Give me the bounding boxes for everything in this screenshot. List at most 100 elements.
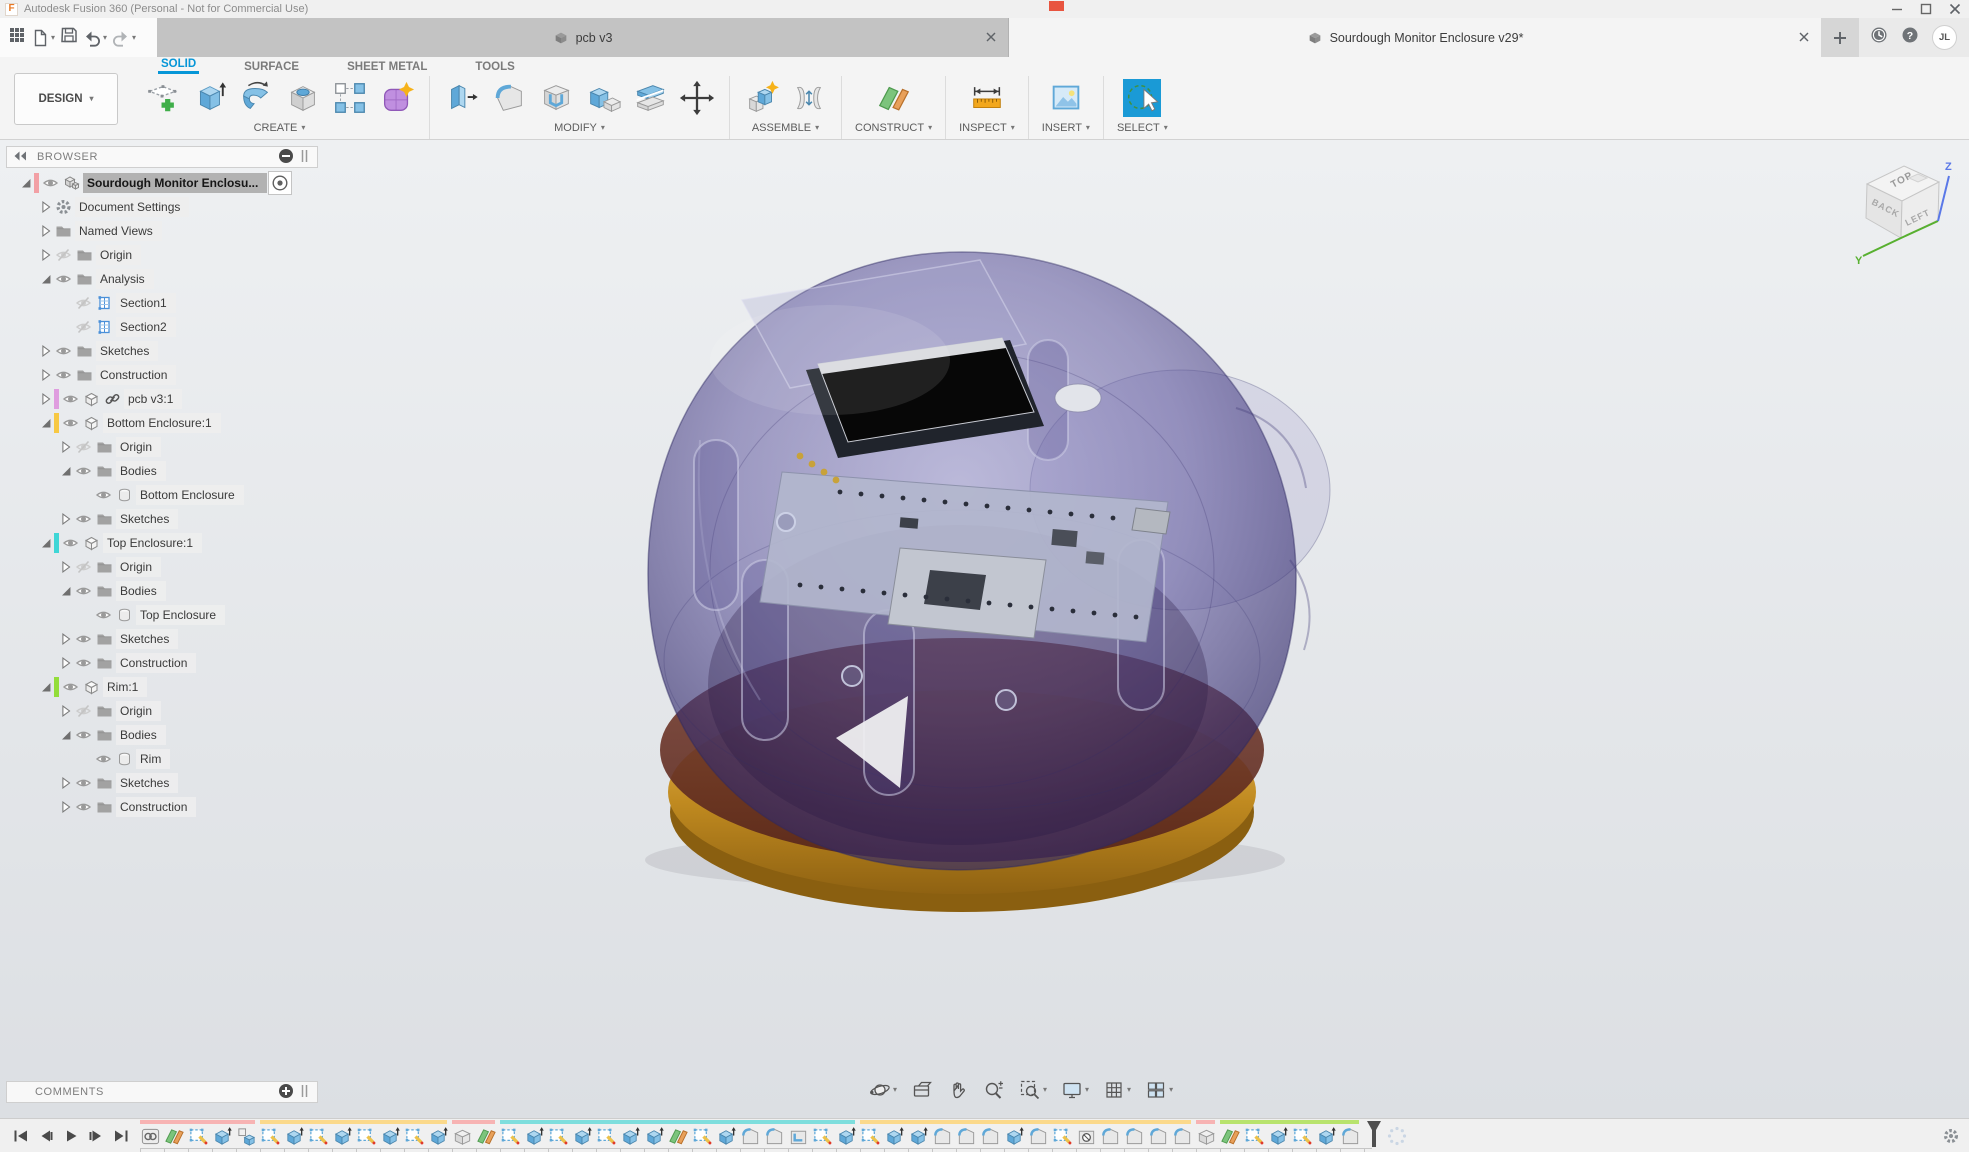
expander-open-icon[interactable]	[38, 270, 54, 288]
timeline-item-sketch[interactable]	[596, 1126, 620, 1147]
split-tool-icon[interactable]	[631, 79, 669, 117]
expander-closed-icon[interactable]	[58, 438, 74, 456]
timeline-item-extrude[interactable]	[620, 1126, 644, 1147]
timeline-item-sketch[interactable]	[356, 1126, 380, 1147]
document-tab[interactable]: pcb v3	[157, 18, 1009, 57]
timeline-item-extrude[interactable]	[908, 1126, 932, 1147]
browser-row-label[interactable]: Construction	[116, 653, 197, 673]
timeline-item-extrude[interactable]	[212, 1126, 236, 1147]
browser-row[interactable]: Sketches	[6, 771, 318, 795]
browser-row[interactable]: Construction	[6, 795, 318, 819]
create-sketch-tool-icon[interactable]	[143, 79, 181, 117]
timeline-item-extrude[interactable]	[836, 1126, 860, 1147]
browser-row[interactable]: Rim	[6, 747, 318, 771]
ribbon-group-label[interactable]: ASSEMBLE ▾	[752, 122, 819, 134]
plane-tool-icon[interactable]	[875, 79, 913, 117]
measure-tool-icon[interactable]	[968, 79, 1006, 117]
browser-row-label[interactable]: Bodies	[116, 725, 166, 745]
timeline-item-extrude[interactable]	[332, 1126, 356, 1147]
visibility-eye-off-icon[interactable]	[74, 558, 94, 576]
browser-row[interactable]: Named Views	[6, 219, 318, 243]
timeline-item-sketch[interactable]	[812, 1126, 836, 1147]
timeline-item-fillet[interactable]	[1340, 1126, 1364, 1147]
browser-row-label[interactable]: Sourdough Monitor Enclosu...	[83, 173, 268, 193]
browser-row[interactable]: Origin	[6, 435, 318, 459]
browser-row[interactable]: pcb v3:1	[6, 387, 318, 411]
viewport[interactable]: TOP BACK LEFT Y Z BROWSER Sourdough Moni…	[0, 140, 1969, 1118]
visibility-eye-icon[interactable]	[74, 510, 94, 528]
joint-tool-icon[interactable]	[790, 79, 828, 117]
expander-open-icon[interactable]	[58, 582, 74, 600]
hole-tool-icon[interactable]	[284, 79, 322, 117]
browser-row[interactable]: Sketches	[6, 627, 318, 651]
step-back-button[interactable]	[37, 1127, 55, 1145]
browser-row[interactable]: Sourdough Monitor Enclosu...	[6, 171, 318, 195]
browser-row[interactable]: Construction	[6, 363, 318, 387]
select-tool-icon[interactable]	[1123, 79, 1162, 117]
visibility-eye-icon[interactable]	[74, 774, 94, 792]
browser-row-label[interactable]: Named Views	[75, 221, 162, 241]
visibility-eye-off-icon[interactable]	[74, 318, 94, 336]
pan-icon[interactable]	[944, 1079, 972, 1101]
ribbon-tab-surface[interactable]: SURFACE	[241, 61, 302, 74]
expander-closed-icon[interactable]	[38, 222, 54, 240]
browser-row[interactable]: Sketches	[6, 507, 318, 531]
panel-grip-icon[interactable]	[295, 147, 313, 168]
timeline-item-fillet[interactable]	[1172, 1126, 1196, 1147]
view-cube[interactable]: TOP BACK LEFT Y Z	[1849, 148, 1961, 268]
timeline-item-sketch[interactable]	[308, 1126, 332, 1147]
orbit-icon[interactable]: ▾	[866, 1079, 900, 1101]
timeline-item-box[interactable]	[1196, 1126, 1220, 1147]
timeline-item-fillet[interactable]	[1028, 1126, 1052, 1147]
browser-row[interactable]: Section2	[6, 315, 318, 339]
timeline-item-fillet[interactable]	[740, 1126, 764, 1147]
browser-row[interactable]: Construction	[6, 651, 318, 675]
visibility-eye-icon[interactable]	[74, 798, 94, 816]
browser-row[interactable]: Bodies	[6, 723, 318, 747]
press-pull-tool-icon[interactable]	[443, 79, 481, 117]
look-at-icon[interactable]	[908, 1079, 936, 1101]
timeline-item-fillet[interactable]	[1100, 1126, 1124, 1147]
timeline-item-sketch[interactable]	[500, 1126, 524, 1147]
document-tab-active[interactable]: Sourdough Monitor Enclosure v29*	[1009, 18, 1821, 57]
browser-row-label[interactable]: Origin	[96, 245, 142, 265]
visibility-eye-icon[interactable]	[54, 342, 74, 360]
expander-closed-icon[interactable]	[38, 198, 54, 216]
activate-component-radio[interactable]	[268, 171, 293, 195]
grid-snaps-icon[interactable]: ▾	[1100, 1079, 1134, 1101]
browser-row[interactable]: Sketches	[6, 339, 318, 363]
shell-tool-icon[interactable]	[537, 79, 575, 117]
ribbon-tab-solid[interactable]: SOLID	[158, 58, 200, 74]
browser-row-label[interactable]: Section2	[116, 317, 176, 337]
timeline-settings-gear-icon[interactable]	[1942, 1127, 1960, 1145]
expander-closed-icon[interactable]	[58, 630, 74, 648]
form-tool-icon[interactable]	[378, 79, 416, 117]
expander-open-icon[interactable]	[38, 678, 54, 696]
expander-closed-icon[interactable]	[58, 654, 74, 672]
browser-row[interactable]: Origin	[6, 699, 318, 723]
timeline-item-sketch[interactable]	[260, 1126, 284, 1147]
app-launcher-icon[interactable]	[8, 26, 26, 49]
browser-row-label[interactable]: Origin	[116, 437, 162, 457]
visibility-eye-icon[interactable]	[41, 174, 61, 192]
browser-row-label[interactable]: Analysis	[96, 269, 154, 289]
panel-grip-icon[interactable]	[295, 1082, 313, 1103]
expander-closed-icon[interactable]	[38, 342, 54, 360]
go-to-start-button[interactable]	[12, 1127, 30, 1145]
timeline-item-extrude[interactable]	[716, 1126, 740, 1147]
browser-row[interactable]: Section1	[6, 291, 318, 315]
browser-row-label[interactable]: Bodies	[116, 581, 166, 601]
timeline-item-extrude[interactable]	[284, 1126, 308, 1147]
timeline-playhead[interactable]	[1366, 1121, 1382, 1149]
browser-row-label[interactable]: Construction	[96, 365, 177, 385]
visibility-eye-icon[interactable]	[74, 654, 94, 672]
expander-open-icon[interactable]	[38, 534, 54, 552]
timeline-item-sketch[interactable]	[860, 1126, 884, 1147]
close-tab-icon[interactable]	[1796, 29, 1812, 45]
close-window-button[interactable]	[1940, 0, 1969, 18]
new-component-tool-icon[interactable]	[743, 79, 781, 117]
workspace-dropdown[interactable]: DESIGN ▾	[14, 73, 118, 125]
timeline-item-sketch[interactable]	[1292, 1126, 1316, 1147]
timeline-item-sketch[interactable]	[404, 1126, 428, 1147]
timeline-item-extrude[interactable]	[572, 1126, 596, 1147]
